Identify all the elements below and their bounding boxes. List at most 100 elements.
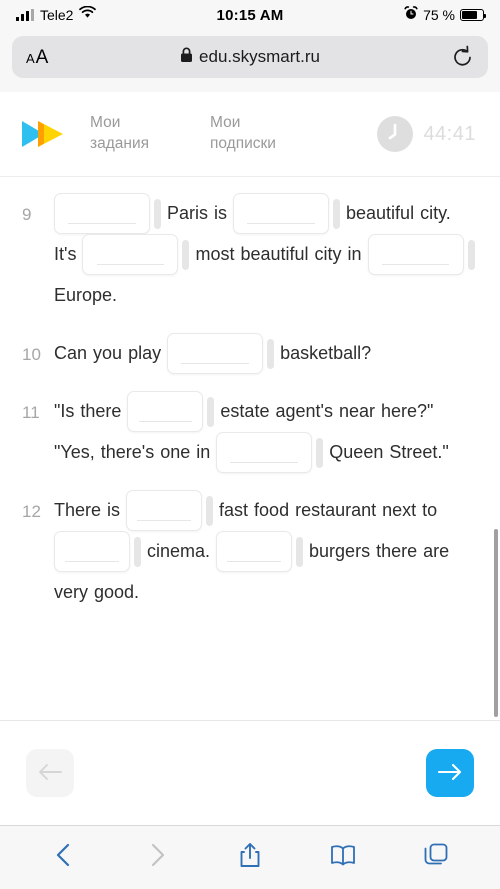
browser-address-area: AA edu.skysmart.ru: [0, 30, 500, 92]
skysmart-logo-icon[interactable]: [18, 115, 70, 153]
url-display: edu.skysmart.ru: [12, 47, 488, 68]
question-number: 11: [22, 403, 40, 422]
question-text: restaurant: [295, 500, 377, 520]
question-text: It's: [54, 244, 77, 264]
question-text: beautiful: [240, 244, 309, 264]
nav-item-my-tasks-line1: Мои: [90, 114, 121, 132]
answer-input-handle[interactable]: [467, 239, 475, 270]
answer-gap: [233, 193, 341, 234]
safari-bottom-toolbar: [0, 825, 500, 889]
answer-input-handle[interactable]: [316, 437, 324, 468]
answer-input-handle[interactable]: [134, 536, 141, 567]
cellular-signal-icon: [16, 9, 34, 21]
question-text: to: [422, 500, 438, 520]
reload-icon[interactable]: [452, 45, 474, 69]
question-text: play: [128, 343, 162, 363]
answer-input[interactable]: [233, 193, 330, 234]
safari-browser-window: Tele2 10:15 AM 75 % A A edu.skysmart.ru …: [0, 0, 500, 889]
nav-item-my-subscriptions-line1: Мои: [210, 114, 241, 132]
question-text: fast: [219, 500, 249, 520]
ios-status-bar: Tele2 10:15 AM 75 %: [0, 0, 500, 30]
arrow-right-icon: [437, 762, 463, 785]
share-icon: [238, 841, 262, 874]
answer-input[interactable]: [82, 234, 179, 275]
browser-back-button[interactable]: [41, 835, 87, 881]
question-number: 10: [22, 345, 41, 364]
answer-input[interactable]: [167, 333, 264, 374]
question-text: "Is: [54, 401, 75, 421]
share-button[interactable]: [227, 835, 273, 881]
question-text: estate: [220, 401, 270, 421]
address-bar[interactable]: AA edu.skysmart.ru: [12, 36, 488, 78]
answer-input[interactable]: [216, 531, 293, 572]
answer-input[interactable]: [54, 531, 130, 572]
browser-forward-button[interactable]: [134, 835, 180, 881]
question-text: city.: [420, 203, 451, 223]
question-list: 9 Paris is beautiful city. It's most beautiful c…: [22, 193, 478, 613]
answer-input-handle[interactable]: [154, 198, 161, 229]
question-text: Street.": [389, 442, 449, 462]
question-number: 12: [22, 502, 41, 521]
question-text: There: [54, 500, 102, 520]
previous-task-button[interactable]: [26, 749, 74, 797]
answer-gap: [127, 391, 215, 432]
question-text: you: [93, 343, 123, 363]
tabs-button[interactable]: [413, 835, 459, 881]
answer-input-handle[interactable]: [296, 536, 304, 567]
text-size-button[interactable]: AA: [26, 48, 48, 67]
answer-input-handle[interactable]: [333, 198, 341, 229]
answer-input[interactable]: [126, 490, 203, 531]
question-body: "Is there estate agent's near here?" "Yes, ther…: [54, 391, 478, 473]
answer-input-handle[interactable]: [267, 338, 275, 369]
question-body: There is fast food restaurant next to cinema. bu…: [54, 490, 478, 613]
question-body: Can you play basketball?: [54, 333, 478, 374]
vertical-scrollbar[interactable]: [494, 529, 498, 717]
answer-input-handle[interactable]: [206, 495, 214, 526]
tabs-icon: [423, 842, 449, 873]
answer-input[interactable]: [54, 193, 150, 234]
nav-item-my-subscriptions-line2: подписки: [210, 135, 276, 152]
status-bar-left: Tele2: [16, 5, 97, 24]
chevron-left-icon: [53, 842, 75, 873]
battery-percent-label: 75 %: [423, 7, 455, 23]
question-text: very: [54, 582, 89, 602]
question-row: 9 Paris is beautiful city. It's most beautiful c…: [22, 193, 478, 316]
answer-gap: [54, 531, 141, 572]
lock-icon: [180, 47, 193, 68]
answer-input[interactable]: [216, 432, 313, 473]
question-text: here?": [380, 401, 434, 421]
next-task-button[interactable]: [426, 749, 474, 797]
exercise-footer-nav: [0, 720, 500, 825]
book-icon: [329, 843, 357, 872]
nav-item-my-tasks-line2: задания: [90, 135, 150, 152]
question-text: good.: [94, 582, 140, 602]
question-text: there's: [100, 442, 155, 462]
answer-input[interactable]: [367, 234, 464, 275]
bookmarks-button[interactable]: [320, 835, 366, 881]
alarm-clock-icon: [404, 5, 418, 25]
clock-icon: [377, 116, 414, 152]
battery-icon: [460, 9, 487, 21]
answer-input-handle[interactable]: [207, 396, 215, 427]
question-text: is: [214, 203, 228, 223]
question-body: Paris is beautiful city. It's most beautiful ci…: [54, 193, 478, 316]
app-header: Мои задания Мои подписки 44:41: [0, 92, 500, 177]
question-text: one: [160, 442, 191, 462]
question-text: next: [382, 500, 417, 520]
answer-gap: [167, 333, 275, 374]
question-row: 10 Can you play basketball?: [22, 333, 478, 374]
question-text: are: [423, 541, 450, 561]
question-text: Europe.: [54, 285, 118, 305]
answer-input-handle[interactable]: [182, 239, 190, 270]
carrier-label: Tele2: [40, 7, 74, 23]
url-text: edu.skysmart.ru: [199, 47, 320, 66]
nav-item-my-subscriptions[interactable]: Мои подписки: [210, 113, 302, 155]
nav-item-my-tasks[interactable]: Мои задания: [90, 113, 182, 155]
question-text: in: [347, 244, 362, 264]
answer-input[interactable]: [127, 391, 204, 432]
answer-gap: [216, 432, 324, 473]
question-text: beautiful: [346, 203, 415, 223]
question-row: 12 There is fast food restaurant next to cinema.…: [22, 490, 478, 613]
question-text: food: [254, 500, 290, 520]
exercise-timer: 44:41: [377, 116, 484, 152]
